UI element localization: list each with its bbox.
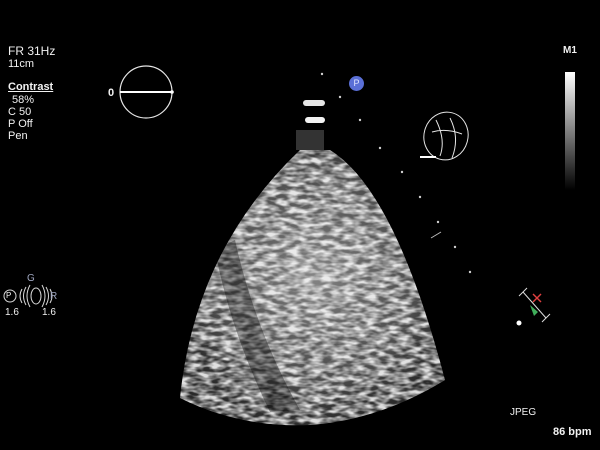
probe-left-value: 1.6 [5,307,19,318]
near-field-artifact [296,100,325,150]
probe-right-value: 1.6 [42,307,56,318]
image-format: JPEG [510,407,537,418]
ecg-marker [516,287,551,326]
heart-orientation-icon [420,111,469,161]
ultrasound-image [3,65,575,426]
grayscale-label: M1 [563,45,577,56]
angle-dial [119,65,174,119]
depth-tick [430,231,442,239]
preset-readout: Pen [8,130,28,142]
mode-label: Contrast [8,81,54,93]
probe-p-label: P [6,291,12,300]
grayscale-bar [565,72,575,190]
heart-rate: 86 bpm [553,426,592,438]
compression-readout: C 50 [8,106,32,118]
persistence-readout: P Off [8,118,33,130]
imaging-sector [180,150,445,426]
probe-r-label: R [50,291,58,302]
angle-value: 0 [108,87,115,99]
orientation-marker-label: P [353,78,360,88]
ultrasound-screen: FR 31Hz 11cm Contrast 58% C 50 P Off Pen… [0,0,600,450]
orientation-marker: P [349,76,364,91]
gain-readout: 58% [12,94,35,106]
depth-readout: 11cm [8,58,35,70]
probe-g-label: G [27,273,35,284]
frame-rate: FR 31Hz [8,44,56,58]
